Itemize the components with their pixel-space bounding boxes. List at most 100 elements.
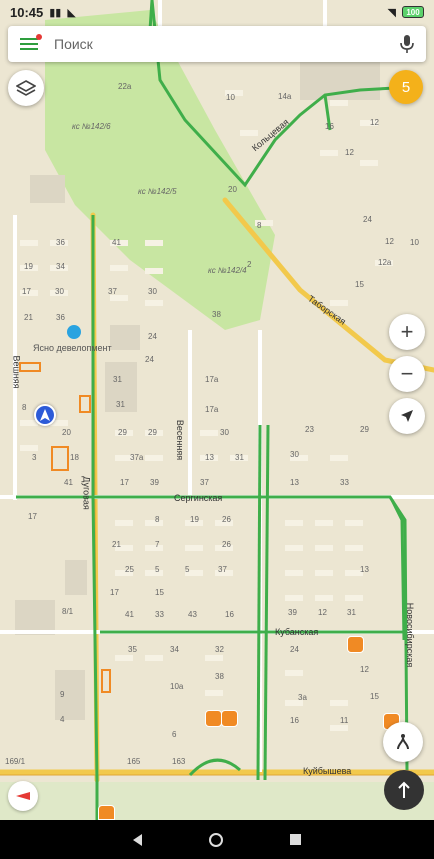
notification-badge[interactable]: 5 — [389, 70, 423, 104]
house-number: 7 — [155, 540, 160, 549]
route-icon — [397, 734, 409, 750]
route-button[interactable] — [383, 722, 423, 762]
layers-button[interactable] — [8, 70, 44, 106]
zoom-in-button[interactable]: + — [389, 314, 425, 350]
microphone-icon[interactable] — [400, 34, 414, 54]
house-number: 13 — [290, 478, 299, 487]
house-number: 16 — [325, 122, 334, 131]
house-number: 163 — [172, 757, 186, 766]
house-number: 37а — [130, 453, 144, 462]
map-pin-icon[interactable] — [98, 805, 115, 820]
compass-icon[interactable] — [8, 781, 38, 811]
house-number: 39 — [288, 608, 297, 617]
business-label[interactable]: Ясно девелопмент — [33, 343, 112, 353]
back-icon[interactable] — [133, 833, 143, 846]
house-number: 10 — [226, 93, 235, 102]
cast-icon: ◣ — [67, 6, 76, 19]
house-number: 12а — [378, 258, 392, 267]
house-number: 12 — [318, 608, 327, 617]
house-number: 17 — [28, 512, 37, 521]
locate-button[interactable] — [389, 398, 425, 434]
arrow-up-icon — [398, 781, 410, 798]
house-number: 32 — [215, 645, 224, 654]
house-number: 2 — [247, 260, 252, 269]
recent-apps-icon[interactable] — [289, 834, 301, 845]
house-number: 38 — [215, 672, 224, 681]
house-number: 11 — [340, 716, 349, 725]
street-label: Новосибирская — [405, 602, 416, 668]
zoom-out-button[interactable]: − — [389, 356, 425, 392]
house-number: 10а — [170, 682, 184, 691]
house-number: 41 — [112, 238, 121, 247]
house-number: 24 — [148, 332, 157, 341]
search-bar[interactable]: Поиск — [8, 26, 426, 62]
map-pin-icon[interactable] — [221, 710, 238, 727]
house-number: 8 — [22, 403, 27, 412]
house-number: 16 — [225, 610, 234, 619]
house-number: 19 — [24, 262, 33, 271]
house-number: 15 — [370, 692, 379, 701]
house-number: 5 — [185, 565, 190, 574]
house-number: 12 — [385, 237, 394, 246]
status-time: 10:45 — [10, 4, 44, 20]
street-label: Кубанская — [275, 627, 319, 637]
house-number: 38 — [212, 310, 221, 319]
house-number: 34 — [170, 645, 179, 654]
area-label: кс №142/4 — [208, 266, 247, 275]
map-pin-icon[interactable] — [347, 636, 364, 653]
wifi-icon: ◥ — [387, 6, 396, 19]
house-number: 24 — [145, 355, 154, 364]
house-number: 5 — [155, 565, 160, 574]
house-number: 8/1 — [62, 607, 74, 616]
menu-icon[interactable] — [20, 34, 42, 51]
house-number: 165 — [127, 757, 141, 766]
map-pin-icon[interactable] — [205, 710, 222, 727]
house-number: 30 — [290, 450, 299, 459]
house-number: 15 — [355, 280, 364, 289]
house-number: 15 — [155, 588, 164, 597]
house-number: 3а — [298, 693, 307, 702]
status-bar: 10:45 ▮▮ ◣ ◥ 100 — [0, 0, 434, 24]
house-number: 21 — [112, 540, 121, 549]
go-button[interactable] — [384, 770, 424, 810]
layers-icon — [16, 80, 36, 96]
house-number: 33 — [340, 478, 349, 487]
house-number: 20 — [228, 185, 237, 194]
house-number: 169/1 — [5, 757, 26, 766]
house-number: 13 — [205, 453, 214, 462]
map-view[interactable]: кс №142/6 кс №142/5 кс №142/4 Таборская … — [0, 0, 434, 820]
house-number: 33 — [155, 610, 164, 619]
house-number: 8 — [155, 515, 160, 524]
house-number: 23 — [305, 425, 314, 434]
search-input[interactable]: Поиск — [54, 36, 400, 52]
house-number: 12 — [370, 118, 379, 127]
house-number: 30 — [220, 428, 229, 437]
house-number: 41 — [64, 478, 73, 487]
house-number: 31 — [235, 453, 244, 462]
house-number: 6 — [172, 730, 177, 739]
house-number: 24 — [363, 215, 372, 224]
house-number: 3 — [32, 453, 37, 462]
house-number: 30 — [148, 287, 157, 296]
house-number: 10 — [410, 238, 419, 247]
house-number: 12 — [360, 665, 369, 674]
house-number: 41 — [125, 610, 134, 619]
signal-icon: ▮▮ — [49, 6, 62, 19]
street-label: Сергинская — [174, 493, 223, 503]
house-number: 18 — [70, 453, 79, 462]
home-icon[interactable] — [208, 832, 223, 847]
house-number: 4 — [60, 715, 65, 724]
house-number: 30 — [55, 287, 64, 296]
navigation-arrow-icon — [401, 410, 413, 422]
house-number: 36 — [56, 313, 65, 322]
house-number: 8 — [257, 221, 262, 230]
house-number: 26 — [222, 515, 231, 524]
house-number: 17 — [22, 287, 31, 296]
system-nav-bar — [0, 820, 434, 859]
house-number: 37 — [200, 478, 209, 487]
house-number: 20 — [62, 428, 71, 437]
house-number: 35 — [128, 645, 137, 654]
business-icon[interactable] — [67, 325, 81, 339]
bottom-green — [0, 782, 434, 820]
house-number: 17а — [205, 375, 219, 384]
